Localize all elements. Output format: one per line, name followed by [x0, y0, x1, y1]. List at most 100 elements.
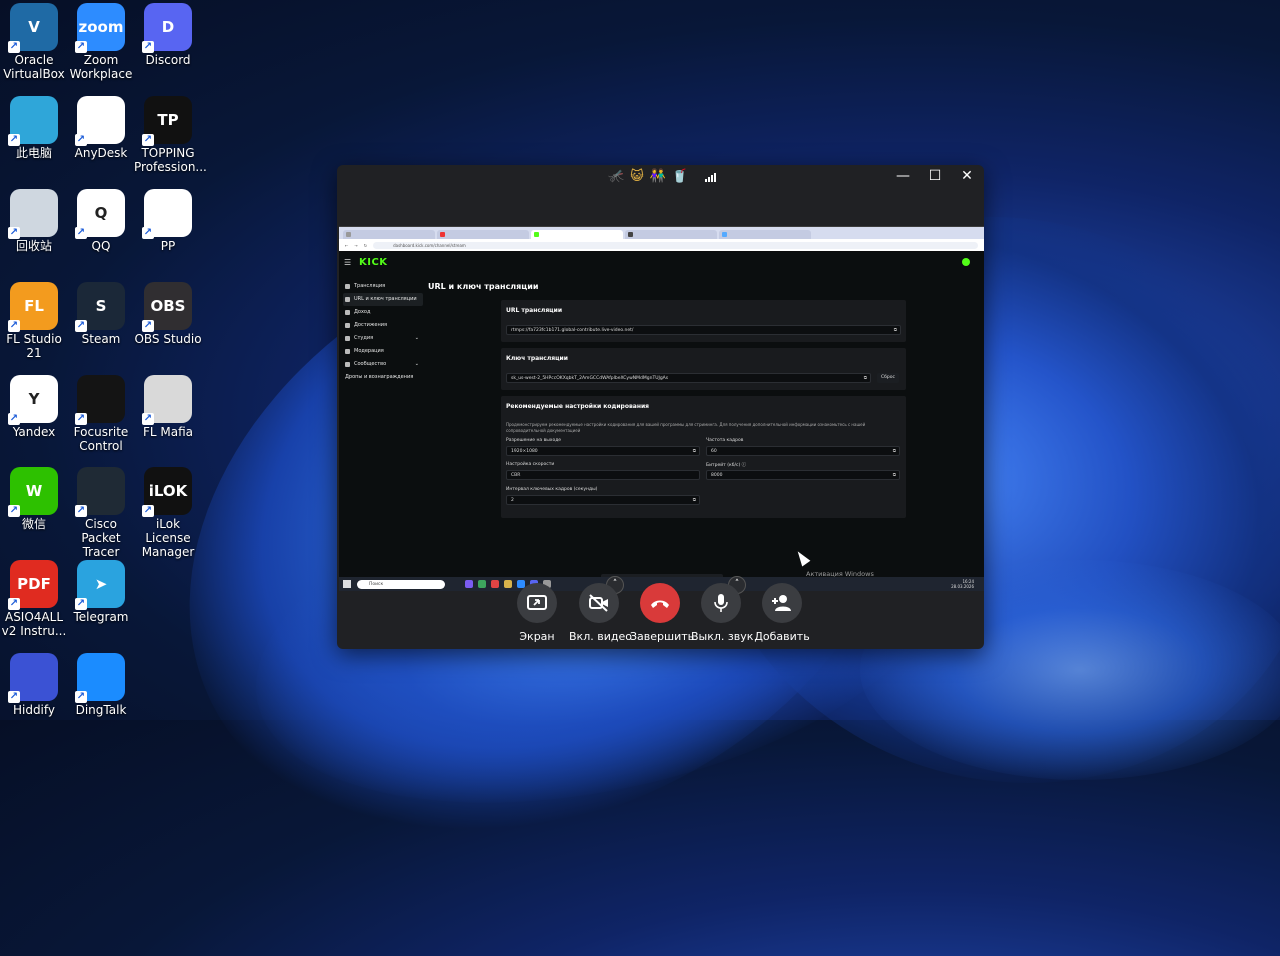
desktop-icon[interactable]: W ↗ 微信 [0, 467, 68, 531]
desktop-icon-label: Oracle VirtualBox [3, 53, 65, 81]
browser-tab[interactable] [625, 230, 717, 239]
app-icon: W ↗ [8, 467, 58, 517]
close-button[interactable]: ✕ [952, 165, 982, 187]
back-icon[interactable]: ← [345, 243, 348, 248]
desktop-icon-label: Focusrite Control [73, 425, 129, 453]
sidebar-item-studio[interactable]: Студия ⌄ [343, 332, 423, 345]
app-icon: ↗ [8, 96, 58, 146]
sidebar-item-stream-key[interactable]: URL и ключ трансляции [343, 293, 423, 306]
copy-icon[interactable]: ⧉ [693, 496, 696, 506]
keyframe-label: Интервал ключевых кадров (секунды) [506, 487, 598, 492]
rate-control-field[interactable]: CBR [506, 470, 700, 480]
video-toggle-button[interactable]: Вкл. видео [569, 583, 632, 643]
browser-tab-active[interactable] [531, 230, 623, 239]
desktop-icon[interactable]: ↗ Cisco Packet Tracer [67, 467, 135, 559]
shortcut-arrow-icon: ↗ [142, 505, 154, 517]
video-off-icon [579, 583, 619, 623]
hang-up-icon [640, 583, 680, 623]
shortcut-arrow-icon: ↗ [8, 227, 20, 239]
desktop-icon[interactable]: ↗ Focusrite Control [67, 375, 135, 453]
browser-tab[interactable] [437, 230, 529, 239]
shortcut-arrow-icon: ↗ [8, 505, 20, 517]
menu-icon[interactable]: ☰ [344, 258, 351, 267]
sidebar-item-moderation[interactable]: Модерация [343, 345, 423, 358]
share-screen-button[interactable]: Экран [507, 583, 567, 643]
shortcut-arrow-icon: ↗ [8, 413, 20, 425]
stream-url-field[interactable]: rtmps://fa723fc1b171.global-contribute.l… [506, 325, 901, 335]
browser-tab[interactable] [343, 230, 435, 239]
encoding-card: Рекомендуемые настройки кодирования Прод… [501, 396, 906, 518]
desktop-icon-label: FL Studio 21 [6, 332, 62, 360]
kick-logo[interactable]: KICK [359, 257, 388, 268]
desktop-icon-label: Cisco Packet Tracer [81, 517, 121, 559]
minimize-button[interactable]: — [888, 165, 918, 187]
desktop-icon[interactable]: ↗ DingTalk [67, 653, 135, 717]
reset-key-button[interactable]: Сброс [877, 373, 899, 383]
shortcut-arrow-icon: ↗ [8, 320, 20, 332]
copy-icon[interactable]: ⧉ [893, 447, 896, 457]
url-input[interactable]: dashboard.kick.com/channel/stream [373, 241, 978, 249]
shortcut-arrow-icon: ↗ [75, 227, 87, 239]
add-person-icon [762, 583, 802, 623]
app-icon: ↗ [75, 375, 125, 425]
desktop-icon-label: Yandex [12, 425, 56, 439]
desktop-icon[interactable]: ↗ 此电脑 [0, 96, 68, 160]
bitrate-field[interactable]: 8000 ⧉ [706, 470, 900, 480]
copy-icon[interactable]: ⧉ [894, 326, 897, 336]
forward-icon[interactable]: → [354, 243, 357, 248]
desktop-icon[interactable]: OBS ↗ OBS Studio [134, 282, 202, 346]
mute-button[interactable]: Выкл. звук [691, 583, 753, 643]
desktop-icon[interactable]: D ↗ Discord [134, 3, 202, 67]
desktop-icon[interactable]: TP ↗ TOPPING Profession... [134, 96, 207, 174]
copy-icon[interactable]: ⧉ [693, 447, 696, 457]
sidebar-item-achievements[interactable]: Достижения [343, 319, 423, 332]
maximize-button[interactable]: ☐ [920, 165, 950, 187]
copy-icon[interactable]: ⧉ [893, 471, 896, 481]
desktop-icon[interactable]: iLOK ↗ iLok License Manager [134, 467, 202, 559]
desktop-icon[interactable]: Y ↗ Yandex [0, 375, 68, 439]
fps-field[interactable]: 60 ⧉ [706, 446, 900, 456]
shortcut-arrow-icon: ↗ [142, 413, 154, 425]
app-icon: ↗ [142, 375, 192, 425]
sidebar-item-stream[interactable]: Трансляция [343, 280, 423, 293]
reload-icon[interactable]: ↻ [364, 243, 367, 248]
app-icon: iLOK ↗ [142, 467, 192, 517]
keyframe-field[interactable]: 2 ⧉ [506, 495, 700, 505]
app-icon: OBS ↗ [142, 282, 192, 332]
address-bar: ← → ↻ dashboard.kick.com/channel/stream [339, 239, 984, 251]
desktop-icon[interactable]: S ↗ Steam [67, 282, 135, 346]
desktop-icon[interactable]: ↗ PP [134, 189, 202, 253]
sidebar-item-community[interactable]: Сообщество ⌄ [343, 358, 423, 371]
end-call-button[interactable]: Завершить [630, 583, 694, 643]
desktop-icon[interactable]: ➤ ↗ Telegram [67, 560, 135, 624]
shared-screen: ← → ↻ dashboard.kick.com/channel/stream … [339, 226, 984, 591]
copy-icon[interactable]: ⧉ [864, 374, 867, 384]
encoding-note: Продемонстрируем рекомендуемые настройки… [506, 422, 866, 433]
sidebar-item-drops[interactable]: Дропы и вознаграждения [343, 371, 423, 384]
sidebar-item-income[interactable]: Доход [343, 306, 423, 319]
desktop-icon[interactable]: ↗ FL Mafia [134, 375, 202, 439]
microphone-icon [701, 583, 741, 623]
app-icon: zoom ↗ [75, 3, 125, 53]
shortcut-arrow-icon: ↗ [75, 413, 87, 425]
desktop-icon[interactable]: ↗ AnyDesk [67, 96, 135, 160]
shortcut-arrow-icon: ↗ [75, 41, 87, 53]
browser-tab[interactable] [719, 230, 811, 239]
add-participant-button[interactable]: Добавить [752, 583, 812, 643]
shortcut-arrow-icon: ↗ [75, 598, 87, 610]
desktop-icon[interactable]: V ↗ Oracle VirtualBox [0, 3, 68, 81]
desktop-icon[interactable]: PDF ↗ ASIO4ALL v2 Instru... [0, 560, 68, 638]
desktop-icon[interactable]: Q ↗ QQ [67, 189, 135, 253]
app-icon: ↗ [75, 467, 125, 517]
desktop-icon[interactable]: zoom ↗ Zoom Workplace [67, 3, 135, 81]
desktop-icon[interactable]: ↗ 回收站 [0, 189, 68, 253]
stream-key-field[interactable]: sk_us-west-2_5HPccOKXqbkT_2AmGCCdWAfplbe… [506, 373, 871, 383]
app-icon: ↗ [75, 653, 125, 703]
desktop-icon[interactable]: FL ↗ FL Studio 21 [0, 282, 68, 360]
desktop-icon[interactable]: ↗ Hiddify [0, 653, 68, 717]
stream-url-card: URL трансляции rtmps://fa723fc1b171.glob… [501, 300, 906, 342]
avatar[interactable] [962, 258, 970, 266]
app-icon: ➤ ↗ [75, 560, 125, 610]
desktop-icon-label: Steam [81, 332, 121, 346]
resolution-field[interactable]: 1920×1080 ⧉ [506, 446, 700, 456]
